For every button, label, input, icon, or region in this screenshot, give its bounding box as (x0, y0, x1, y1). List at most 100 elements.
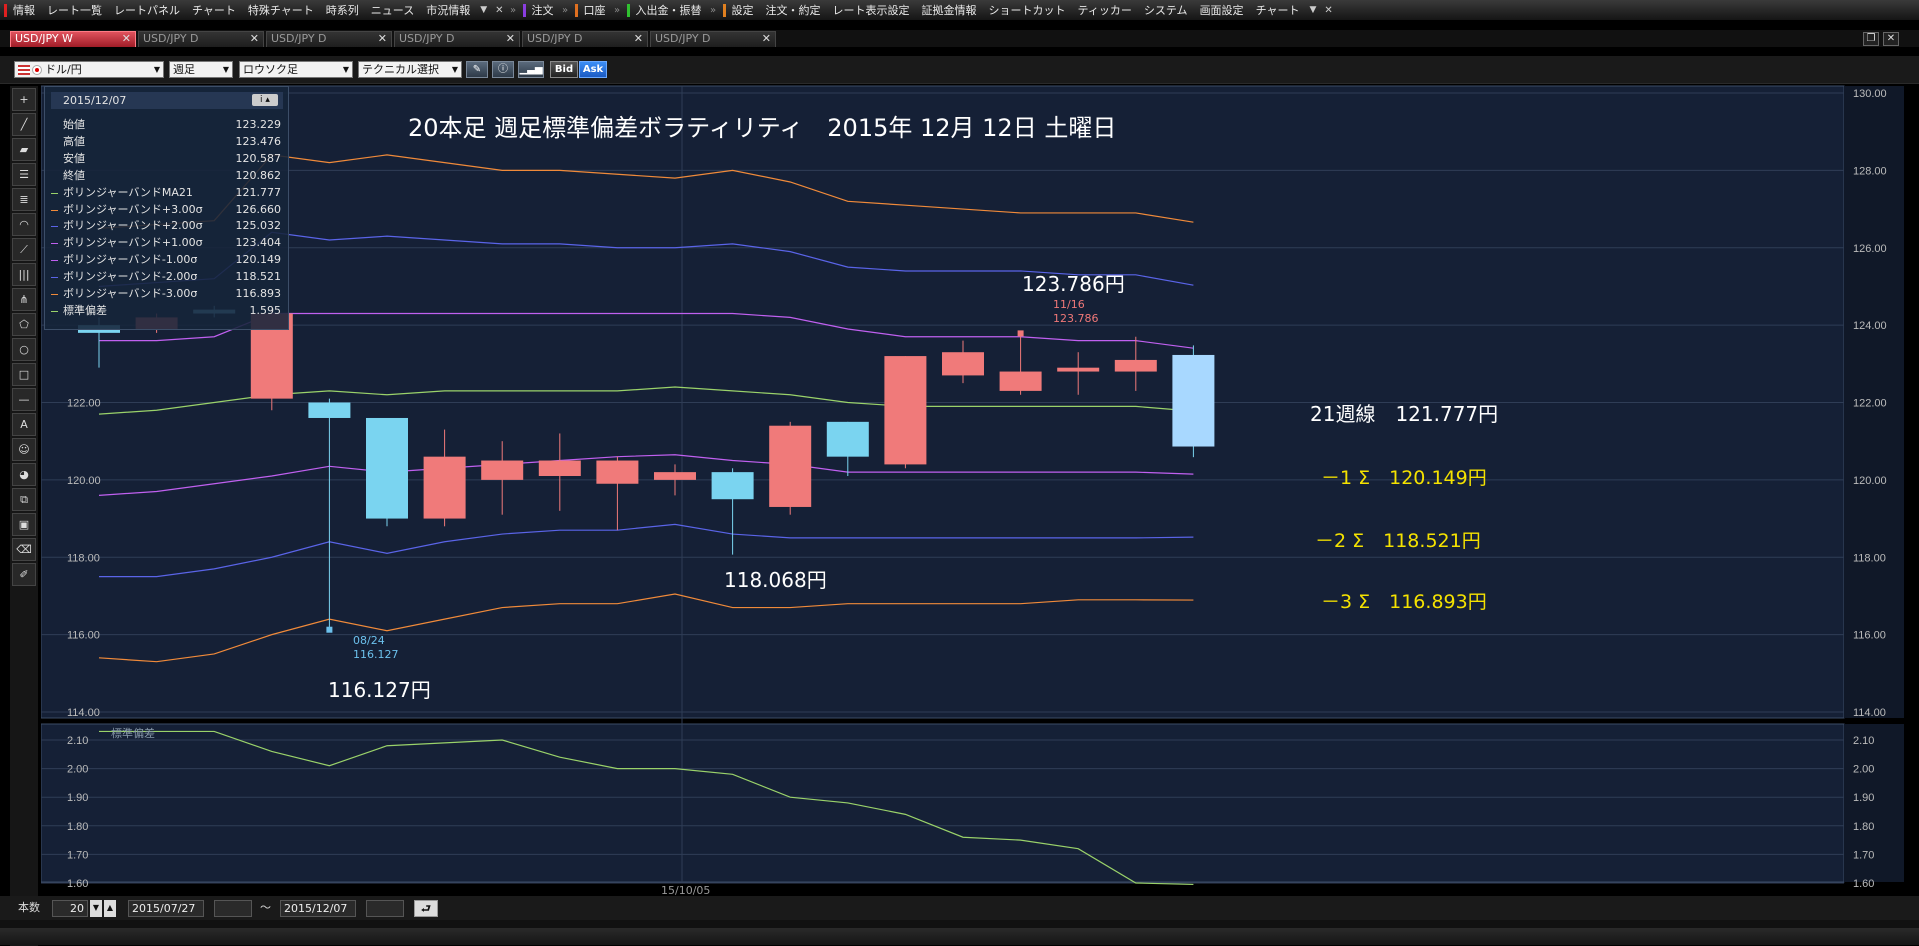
chevron-down-icon[interactable]: ▼ (476, 5, 491, 15)
low-price-label: 116.127円 (328, 678, 431, 702)
menu-item[interactable]: 注文・約定 (760, 0, 827, 20)
info-button[interactable]: ⓘ (492, 61, 514, 78)
menu-item[interactable]: ショートカット (983, 0, 1072, 20)
volume-button[interactable]: ▁▃▅ (518, 61, 544, 78)
info-row-value: 120.862 (235, 168, 282, 182)
chart-area[interactable]: 130.00 128.00 126.00 124.00 122.00 120.00 118.… (41, 84, 1919, 896)
menu-item-label: レート一覧 (47, 4, 102, 17)
menu-item[interactable]: 注文 (519, 0, 560, 20)
close-window-icon[interactable]: ✕ (1883, 32, 1899, 46)
chevron-down-icon[interactable]: ▼ (1305, 5, 1320, 15)
from-date-input[interactable]: 2015/07/27 (128, 900, 204, 917)
bid-button[interactable]: Bid (550, 61, 578, 78)
count-up-button[interactable]: ▲ (104, 900, 116, 917)
info-row-name: 安値 (63, 151, 85, 165)
pitchfork-tool-icon[interactable]: ⋔ (12, 288, 36, 311)
menu-item[interactable]: レート表示設定 (827, 0, 916, 20)
menu-item[interactable]: レートパネル (108, 0, 186, 20)
menu-item[interactable]: 情報 (0, 0, 41, 20)
chart-tab-row: USD/JPY W ✕ USD/JPY D ✕ USD/JPY D ✕ USD/JPY D ✕… (0, 30, 1919, 47)
chevron-up-icon: ▲ (106, 903, 114, 912)
paint-tool-icon[interactable]: ◕ (12, 463, 36, 486)
menu-item[interactable]: 時系列 (320, 0, 365, 20)
menu-item[interactable]: 証拠金情報 (916, 0, 983, 20)
menu-item[interactable]: ティッカー (1072, 0, 1138, 20)
chart-tab[interactable]: USD/JPY D ✕ (266, 31, 392, 47)
close-tab-icon[interactable]: ✕ (762, 32, 771, 46)
menu-separator-icon: » (509, 4, 517, 16)
pentagon-tool-icon[interactable]: ⬠ (12, 313, 36, 336)
menu-item[interactable]: チャート (1250, 0, 1306, 20)
ruler-tool-icon[interactable]: ▰ (12, 138, 36, 161)
pair-select[interactable]: ドル/円 ▼ (14, 61, 164, 78)
paste-tool-icon[interactable]: ▣ (12, 513, 36, 536)
chart-tab[interactable]: USD/JPY D ✕ (138, 31, 264, 47)
menu-item-label: 情報 (13, 4, 35, 17)
menu-item[interactable]: チャート (186, 0, 242, 20)
apply-range-button[interactable]: ⮐ (414, 900, 438, 917)
to-date-input[interactable]: 2015/12/07 (280, 900, 356, 917)
chart-type-select[interactable]: ロウソク足 ▼ (239, 61, 353, 78)
menu-item[interactable]: 市況情報 (420, 0, 476, 20)
menu-item[interactable]: レート一覧 (41, 0, 108, 20)
menu-item[interactable]: システム (1138, 0, 1194, 20)
emoji-tool-icon[interactable]: ☺ (12, 438, 36, 461)
restore-window-icon[interactable]: ❐ (1863, 32, 1879, 46)
chart-tab[interactable]: USD/JPY D ✕ (650, 31, 776, 47)
close-tab-icon[interactable]: ✕ (378, 32, 387, 46)
copy-tool-icon[interactable]: ⧉ (12, 488, 36, 511)
close-icon[interactable]: ✕ (1320, 5, 1336, 16)
text-tool-icon[interactable]: A (12, 413, 36, 436)
candle-body (654, 472, 696, 480)
menu-item-label: 口座 (583, 4, 606, 17)
close-tab-icon[interactable]: ✕ (122, 32, 131, 46)
close-tab-icon[interactable]: ✕ (506, 32, 515, 46)
period-value: 週足 (173, 63, 195, 76)
price-tick-label: 126.00 (1853, 243, 1887, 255)
candle-body (481, 460, 524, 480)
count-label: 本数 (18, 901, 40, 914)
menu-item[interactable]: ニュース (365, 0, 420, 20)
pair-value: ドル/円 (45, 63, 82, 76)
circle-tool-icon[interactable]: ○ (12, 338, 36, 361)
chart-toolbar: ドル/円 ▼ 週足 ▼ ロウソク足 ▼ テクニカル選択 ▼ ✎ ⓘ ▁▃▅ Bid As… (0, 56, 1919, 84)
count-input[interactable]: 20 (52, 900, 88, 917)
to-time-input[interactable] (366, 900, 404, 917)
chart-tab[interactable]: USD/JPY W ✕ (10, 31, 136, 47)
info-row-name: ボリンジャーバンド+3.00σ (63, 202, 203, 216)
menu-item[interactable]: 画面設定 (1194, 0, 1250, 20)
arc-tool-icon[interactable]: ◠ (12, 213, 36, 236)
trendline-tool-icon[interactable]: ╱ (12, 113, 36, 136)
menu-item[interactable]: 入出金・振替 (623, 0, 708, 20)
from-time-input[interactable] (214, 900, 252, 917)
settings-tool-icon[interactable]: ✐ (12, 563, 36, 586)
crosshair-tool-icon[interactable]: + (12, 88, 36, 111)
menu-item[interactable]: 設定 (719, 0, 760, 20)
horizontal-line-tool-icon[interactable]: — (12, 388, 36, 411)
chart-tab[interactable]: USD/JPY D ✕ (394, 31, 520, 47)
info-row-name: 始値 (63, 118, 85, 131)
period-select[interactable]: 週足 ▼ (169, 61, 233, 78)
close-icon[interactable]: ✕ (491, 5, 507, 16)
pen-button[interactable]: ✎ (466, 61, 488, 78)
close-tab-icon[interactable]: ✕ (250, 32, 259, 46)
vertical-lines-tool-icon[interactable]: ||| (12, 263, 36, 286)
count-down-button[interactable]: ▼ (90, 900, 102, 917)
info-row: 高値 123.476 (51, 134, 281, 150)
rectangle-tool-icon[interactable]: □ (12, 363, 36, 386)
multi-lines-tool-icon[interactable]: ≣ (12, 188, 36, 211)
horizontal-lines-tool-icon[interactable]: ☰ (12, 163, 36, 186)
high-marker (1017, 330, 1024, 337)
info-row-name: 標準偏差 (63, 303, 107, 317)
panel-toggle-icon[interactable]: i ▴ (252, 94, 278, 106)
close-tab-icon[interactable]: ✕ (634, 32, 643, 46)
menu-item[interactable]: 特殊チャート (242, 0, 320, 20)
menu-item[interactable]: 口座 (571, 0, 612, 20)
candle-body (1057, 367, 1100, 372)
ask-button[interactable]: Ask (579, 61, 607, 78)
eraser-tool-icon[interactable]: ⌫ (12, 538, 36, 561)
chart-tab[interactable]: USD/JPY D ✕ (522, 31, 648, 47)
sub-chart-label: 標準偏差 (111, 727, 155, 740)
fan-tool-icon[interactable]: ⟋ (12, 238, 36, 261)
technical-select[interactable]: テクニカル選択 ▼ (358, 61, 462, 78)
